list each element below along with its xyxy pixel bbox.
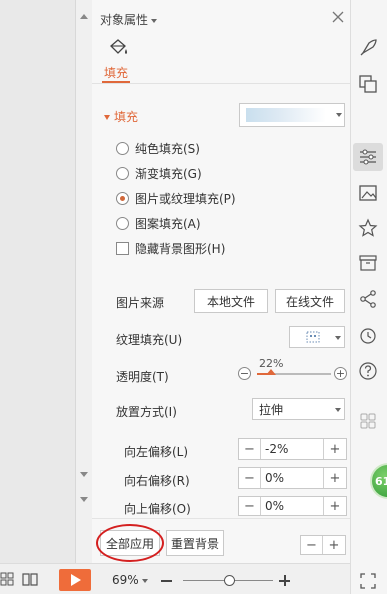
- offset-up-stepper[interactable]: − 0% +: [238, 496, 347, 516]
- checkbox-hide-background-graphics[interactable]: [116, 241, 129, 255]
- tab-fill[interactable]: 填充: [104, 64, 128, 81]
- transparency-slider-thumb[interactable]: [266, 369, 276, 375]
- properties-icon[interactable]: [357, 146, 379, 168]
- transparency-label: 透明度(T): [116, 370, 169, 384]
- offset-right-stepper[interactable]: − 0% +: [238, 467, 347, 489]
- document-canvas-area[interactable]: [0, 0, 76, 563]
- image-source-label: 图片来源: [116, 296, 165, 310]
- option-hide-background-graphics[interactable]: 隐藏背景图形(H): [116, 239, 225, 257]
- fill-preview-dropdown[interactable]: [239, 103, 345, 127]
- footer-stepper-1[interactable]: − +: [300, 535, 346, 555]
- transparency-plus-button[interactable]: +: [334, 367, 347, 380]
- paint-bucket-icon[interactable]: [107, 38, 129, 58]
- chevron-down-icon: [335, 408, 341, 412]
- rocket-icon[interactable]: [357, 37, 379, 59]
- offset-left-label: 向左偏移(L): [124, 445, 189, 459]
- texture-fill-label: 纹理填充(U): [116, 333, 183, 347]
- archive-icon[interactable]: [357, 252, 379, 274]
- online-file-button[interactable]: 在线文件: [275, 289, 345, 313]
- plus-icon[interactable]: +: [324, 497, 346, 515]
- close-icon[interactable]: [331, 10, 345, 24]
- bubble-text: 61: [375, 474, 387, 488]
- reset-background-button[interactable]: 重置背景: [166, 530, 224, 556]
- placement-dropdown[interactable]: 拉伸: [252, 398, 345, 420]
- fullscreen-icon[interactable]: [357, 570, 379, 592]
- minus-icon[interactable]: −: [301, 536, 323, 554]
- radio-solid-fill[interactable]: [116, 141, 129, 155]
- local-file-button[interactable]: 本地文件: [194, 289, 268, 313]
- share-icon[interactable]: [357, 288, 379, 310]
- history-icon[interactable]: [357, 325, 379, 347]
- radio-pattern-fill[interactable]: [116, 216, 129, 230]
- option-label: 图片或纹理填充(P): [135, 191, 236, 206]
- transparency-minus-button[interactable]: −: [238, 367, 251, 380]
- offset-up-label: 向上偏移(O): [124, 502, 191, 516]
- plus-icon[interactable]: +: [324, 439, 346, 459]
- scroll-page-down-arrow[interactable]: [80, 497, 88, 502]
- pane-title-text: 对象属性: [100, 13, 149, 27]
- option-label: 图案填充(A): [135, 216, 201, 231]
- grid-icon[interactable]: [357, 410, 379, 432]
- scroll-down-arrow[interactable]: [80, 472, 88, 477]
- fill-section-label: 填充: [114, 110, 139, 124]
- zoom-out-button[interactable]: [161, 580, 172, 582]
- fill-section-header[interactable]: 填充: [104, 108, 138, 125]
- placement-label: 放置方式(I): [116, 405, 177, 419]
- offset-left-stepper[interactable]: − -2% +: [238, 438, 347, 460]
- zoom-level-dropdown[interactable]: 69%: [112, 573, 148, 587]
- option-gradient-fill[interactable]: 渐变填充(G): [116, 164, 202, 182]
- chevron-down-icon: [151, 18, 158, 23]
- option-pattern-fill[interactable]: 图案填充(A): [116, 214, 201, 232]
- plus-icon[interactable]: +: [324, 468, 346, 488]
- pane-title[interactable]: 对象属性: [100, 11, 158, 28]
- minus-icon[interactable]: −: [239, 468, 261, 488]
- offset-up-value[interactable]: 0%: [261, 497, 324, 515]
- offset-right-label: 向右偏移(R): [124, 474, 190, 488]
- help-icon[interactable]: [357, 360, 379, 382]
- play-slideshow-button[interactable]: [59, 569, 91, 591]
- chevron-down-icon: [336, 113, 342, 117]
- shapes-icon[interactable]: [357, 73, 379, 95]
- fill-preview-swatch: [246, 108, 326, 122]
- option-picture-texture-fill[interactable]: 图片或纹理填充(P): [116, 189, 236, 207]
- radio-gradient-fill[interactable]: [116, 166, 129, 180]
- minus-icon[interactable]: −: [239, 497, 261, 515]
- image-icon[interactable]: [357, 182, 379, 204]
- zoom-level-value: 69%: [112, 573, 139, 587]
- radio-picture-texture-fill[interactable]: [116, 191, 129, 205]
- offset-right-value[interactable]: 0%: [261, 468, 324, 488]
- scroll-up-arrow[interactable]: [80, 14, 88, 19]
- highlight-annotation-circle: [96, 524, 164, 562]
- plus-icon[interactable]: +: [323, 536, 345, 554]
- status-bar: [0, 563, 350, 594]
- texture-grid-icon: [306, 331, 320, 343]
- offset-left-value[interactable]: -2%: [261, 439, 324, 459]
- zoom-in-button-vertical[interactable]: [284, 575, 286, 586]
- tab-divider: [92, 83, 350, 84]
- placement-value: 拉伸: [259, 402, 284, 417]
- grid-view-icon[interactable]: [0, 572, 14, 586]
- document-scrollbar[interactable]: [76, 0, 92, 563]
- option-label: 隐藏背景图形(H): [135, 241, 226, 256]
- reading-view-icon[interactable]: [22, 572, 38, 586]
- chevron-down-icon: [335, 336, 341, 340]
- option-solid-fill[interactable]: 纯色填充(S): [116, 139, 200, 157]
- option-label: 渐变填充(G): [135, 166, 202, 181]
- option-label: 纯色填充(S): [135, 141, 200, 156]
- collapse-triangle-icon: [104, 115, 110, 120]
- minus-icon[interactable]: −: [239, 439, 261, 459]
- star-icon[interactable]: [357, 217, 379, 239]
- zoom-slider-thumb[interactable]: [224, 575, 235, 586]
- chevron-down-icon: [141, 578, 148, 583]
- texture-fill-dropdown[interactable]: [289, 326, 345, 348]
